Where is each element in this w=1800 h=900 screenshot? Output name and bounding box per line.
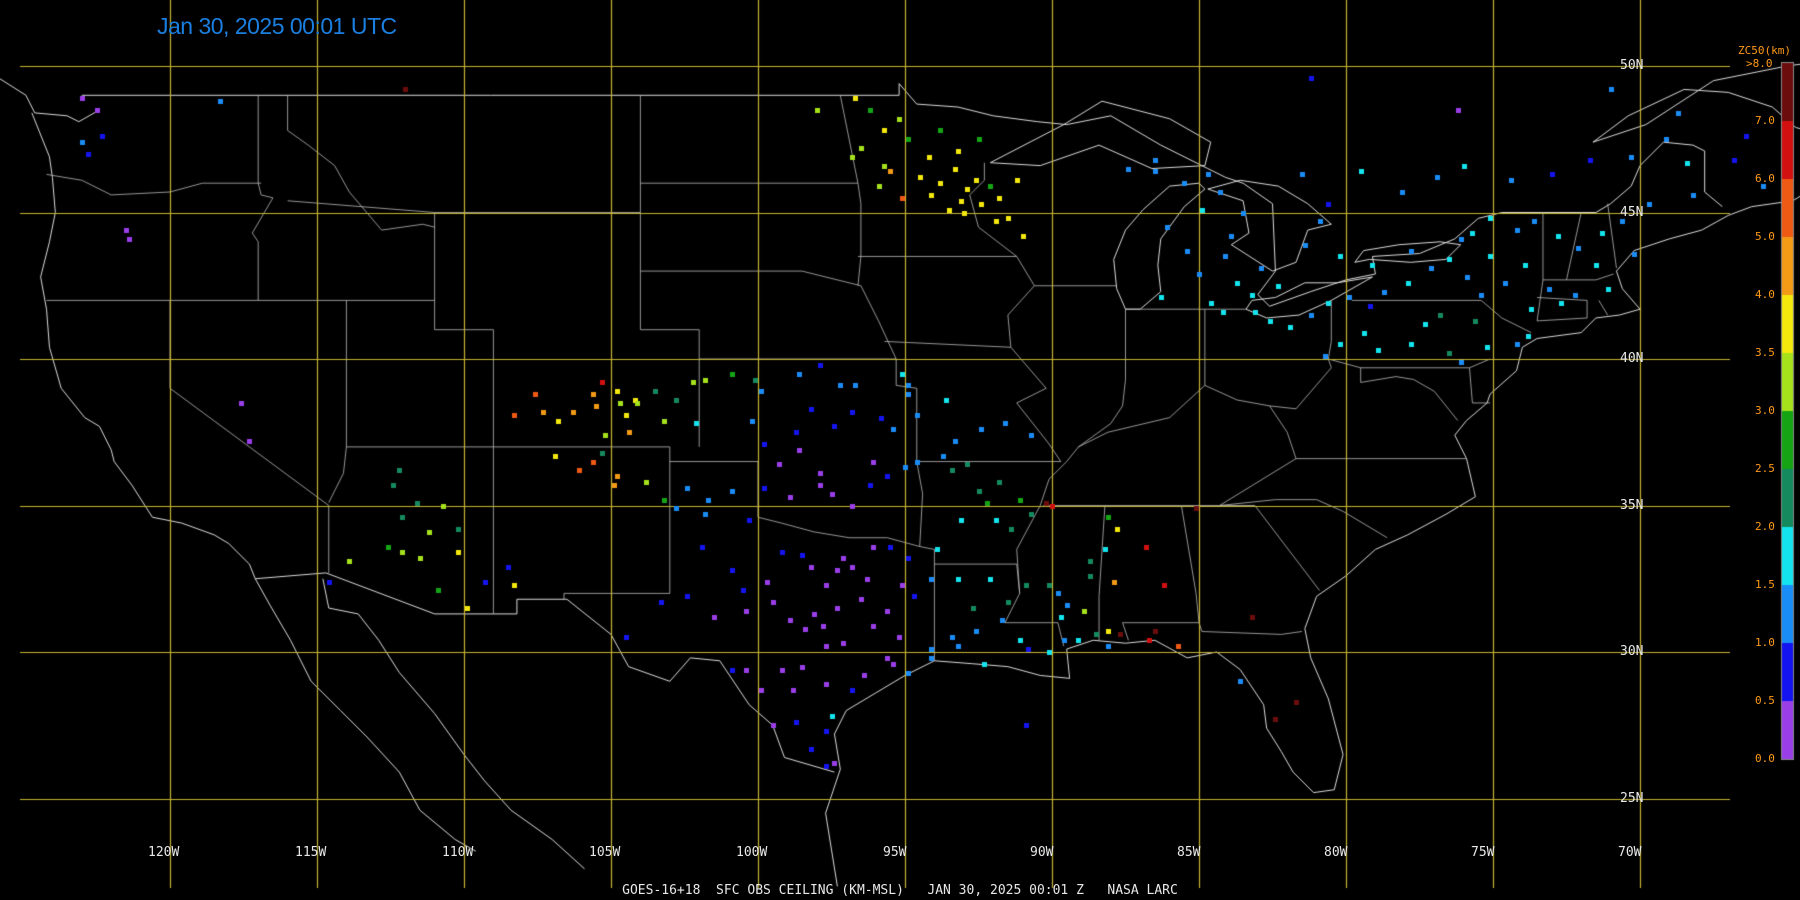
- longitude-label: 95W: [883, 845, 907, 860]
- longitude-label: 80W: [1324, 845, 1348, 860]
- colorbar-tick-label: 7.0: [1755, 114, 1775, 127]
- colorbar-tick-label: 0.5: [1755, 694, 1775, 707]
- longitude-label: 120W: [148, 845, 180, 860]
- latitude-label: 40N: [1620, 351, 1644, 366]
- colorbar-tick-label: 1.5: [1755, 578, 1775, 591]
- footer-caption: GOES-16+18 SFC OBS CEILING (KM-MSL) JAN …: [622, 883, 1178, 898]
- colorbar-title: ZC50(km): [1738, 44, 1791, 57]
- timestamp-title: Jan 30, 2025 00:01 UTC: [157, 13, 397, 39]
- colorbar-top-label: >8.0: [1746, 57, 1773, 70]
- longitude-label: 75W: [1471, 845, 1495, 860]
- latitude-label: 50N: [1620, 58, 1644, 73]
- longitude-label: 100W: [736, 845, 768, 860]
- longitude-label: 70W: [1618, 845, 1642, 860]
- colorbar-tick-label: 4.0: [1755, 288, 1775, 301]
- colorbar-tick-label: 2.0: [1755, 520, 1775, 533]
- colorbar-tick-label: 3.0: [1755, 404, 1775, 417]
- latitude-label: 25N: [1620, 790, 1644, 806]
- longitude-label: 110W: [442, 845, 474, 860]
- longitude-label: 90W: [1030, 845, 1054, 860]
- weather-map-canvas: [0, 0, 1800, 900]
- latitude-label: 30N: [1620, 644, 1644, 659]
- colorbar-tick-label: 5.0: [1755, 230, 1775, 243]
- latitude-label: 35N: [1620, 497, 1644, 513]
- colorbar-tick-label: 1.0: [1755, 636, 1775, 649]
- colorbar-tick-label: 2.5: [1755, 462, 1775, 475]
- longitude-label: 105W: [589, 845, 621, 860]
- colorbar-tick-label: 3.5: [1755, 346, 1775, 359]
- latitude-label: 45N: [1620, 204, 1644, 220]
- colorbar-tick-label: 0.0: [1755, 752, 1775, 765]
- longitude-label: 115W: [295, 845, 327, 860]
- colorbar-tick-label: 6.0: [1755, 172, 1775, 185]
- longitude-label: 85W: [1177, 845, 1201, 860]
